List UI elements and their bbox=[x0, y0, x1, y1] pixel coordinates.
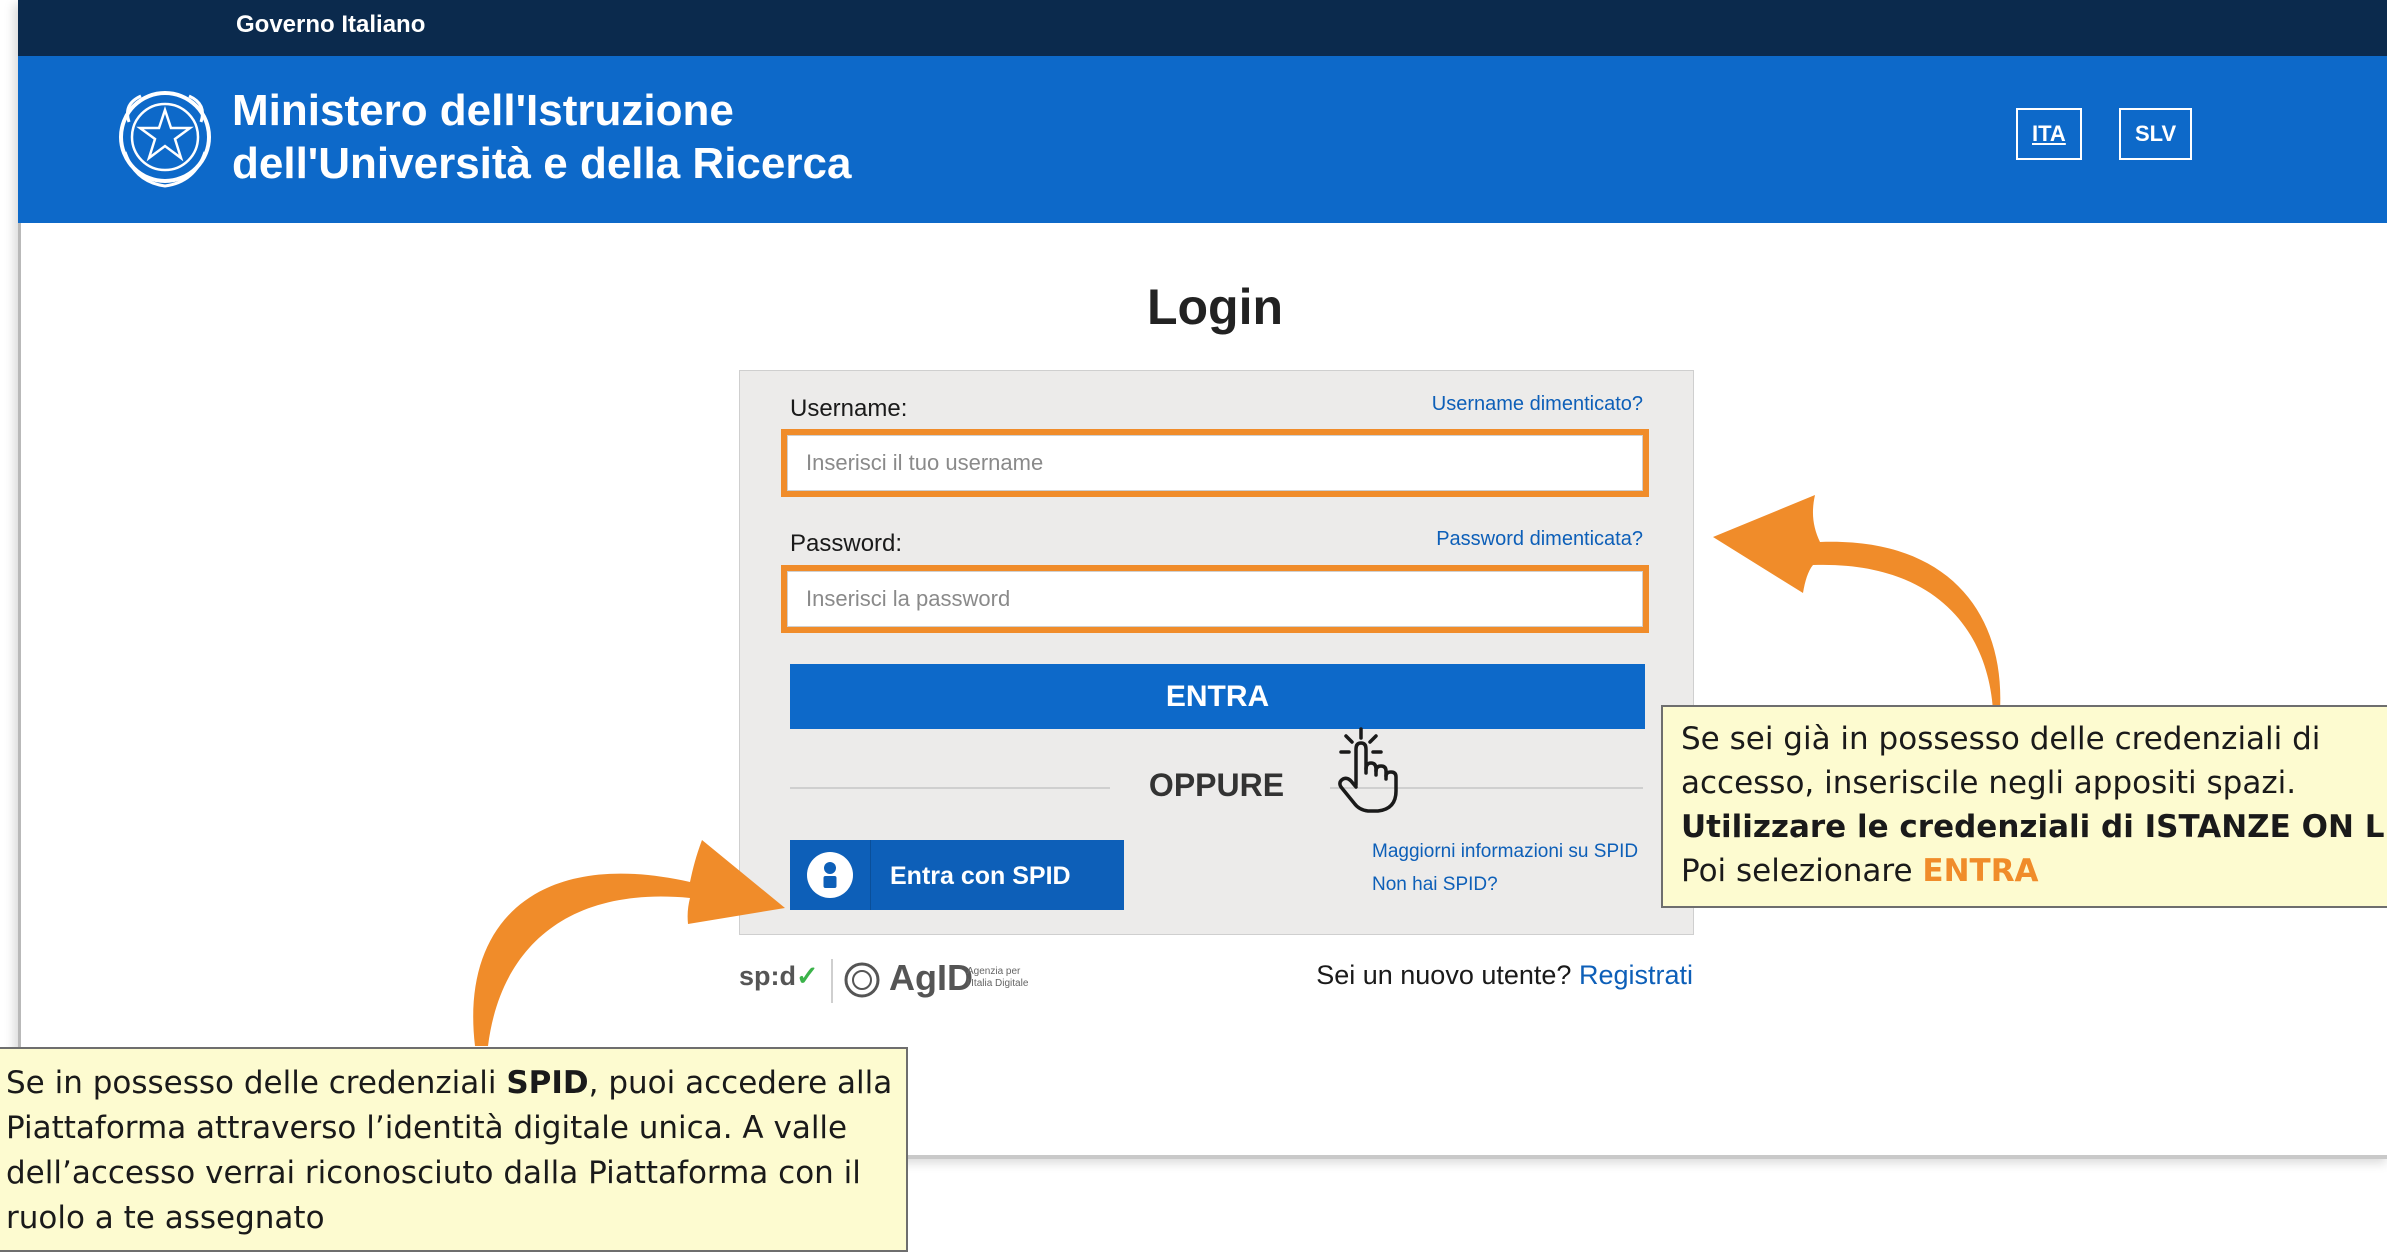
login-card: Username: Username dimenticato? Password… bbox=[739, 370, 1694, 935]
government-label[interactable]: Governo Italiano bbox=[236, 11, 425, 39]
spid-button-label: Entra con SPID bbox=[890, 862, 1071, 890]
password-label: Password: bbox=[790, 530, 903, 557]
spid-login-button[interactable]: Entra con SPID bbox=[790, 840, 1124, 910]
emblem-icon[interactable] bbox=[114, 82, 216, 192]
note-line: accesso, inseriscile negli appositi spaz… bbox=[1681, 765, 2297, 801]
spid-more-info-link[interactable]: Maggiorni informazioni su SPID bbox=[1372, 841, 1638, 863]
spid-check-icon: ✓ bbox=[796, 961, 819, 991]
note-line-bold: Utilizzare le credenziali di ISTANZE ON … bbox=[1681, 809, 2387, 845]
new-user-text: Sei un nuovo utente? bbox=[1316, 960, 1572, 990]
page-title: Login bbox=[1146, 279, 1284, 335]
spid-user-icon-wrap bbox=[790, 840, 871, 910]
password-forgot-link[interactable]: Password dimenticata? bbox=[1436, 528, 1643, 551]
oppure-label: OPPURE bbox=[1148, 767, 1285, 803]
spid-note-bold: SPID bbox=[506, 1065, 589, 1101]
curved-arrow-icon bbox=[473, 840, 785, 1046]
language-ita-button[interactable]: ITA bbox=[2016, 108, 2082, 160]
spid-note: Se in possesso delle credenziali SPID, p… bbox=[0, 1047, 908, 1252]
password-input[interactable] bbox=[787, 571, 1643, 627]
agid-subtitle: Agenzia per l'Italia Digitale bbox=[967, 966, 1028, 990]
spid-note-part1: Se in possesso delle credenziali bbox=[6, 1065, 507, 1101]
password-field-highlight bbox=[781, 565, 1649, 633]
agid-logo: AgID bbox=[889, 957, 973, 998]
note-prefix: Poi selezionare bbox=[1681, 853, 1923, 889]
logo-divider bbox=[831, 959, 833, 1003]
agid-subtitle-line1: Agenzia per bbox=[967, 966, 1021, 977]
entra-button[interactable]: ENTRA bbox=[790, 664, 1645, 729]
spid-user-icon bbox=[807, 852, 853, 898]
ministry-title-line2: dell'Università e della Ricerca bbox=[232, 139, 852, 188]
username-input[interactable] bbox=[787, 435, 1643, 491]
site-header: Ministero dell'Istruzione dell'Universit… bbox=[18, 56, 2387, 223]
government-bar: Governo Italiano bbox=[18, 0, 2387, 56]
ministry-title[interactable]: Ministero dell'Istruzione dell'Universit… bbox=[232, 84, 851, 190]
note-line: Poi selezionare ENTRA bbox=[1681, 849, 2387, 893]
spid-no-account-link[interactable]: Non hai SPID? bbox=[1372, 874, 1498, 896]
note-highlight: ENTRA bbox=[1922, 853, 2039, 889]
agid-subtitle-line2: l'Italia Digitale bbox=[967, 978, 1029, 989]
username-forgot-link[interactable]: Username dimenticato? bbox=[1432, 393, 1643, 416]
note-line: Se sei già in possesso delle credenziali… bbox=[1681, 721, 2321, 757]
curved-arrow-icon bbox=[1713, 495, 2001, 710]
language-slv-button[interactable]: SLV bbox=[2119, 108, 2193, 160]
hand-pointer-icon bbox=[1338, 727, 1398, 813]
new-user-prompt: Sei un nuovo utente? Registrati bbox=[1316, 960, 1693, 991]
agid-emblem-icon bbox=[844, 962, 880, 998]
ministry-title-line1: Ministero dell'Istruzione bbox=[232, 86, 734, 135]
username-field-highlight bbox=[781, 429, 1649, 497]
register-link[interactable]: Registrati bbox=[1579, 960, 1693, 990]
credentials-note: Se sei già in possesso delle credenziali… bbox=[1661, 705, 2387, 908]
username-label: Username: bbox=[790, 395, 908, 422]
